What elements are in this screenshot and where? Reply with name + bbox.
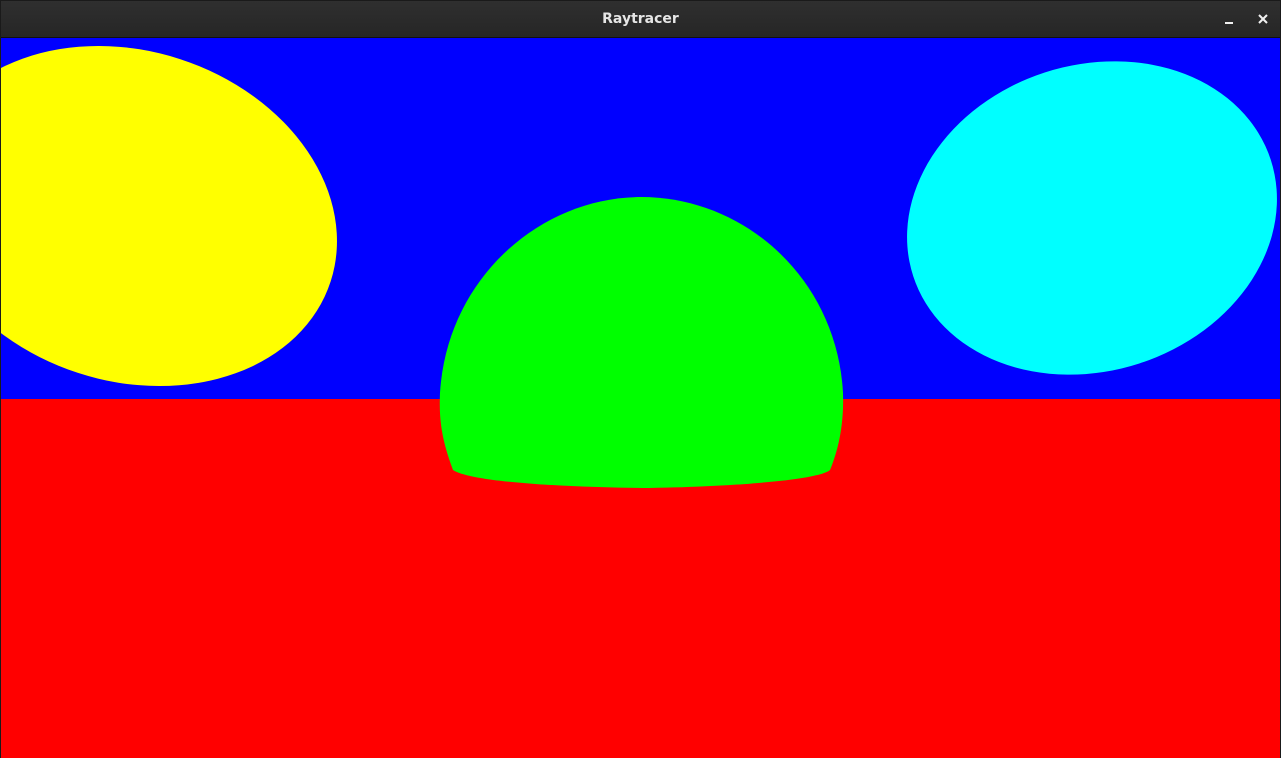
raytracer-window: Raytracer [0,0,1281,758]
close-button[interactable] [1252,8,1274,30]
minimize-button[interactable] [1218,8,1240,30]
minimize-icon [1225,22,1233,24]
close-icon [1258,14,1268,24]
window-title: Raytracer [602,11,679,27]
render-output [1,38,1280,758]
title-bar[interactable]: Raytracer [1,1,1280,38]
render-canvas [1,38,1280,758]
